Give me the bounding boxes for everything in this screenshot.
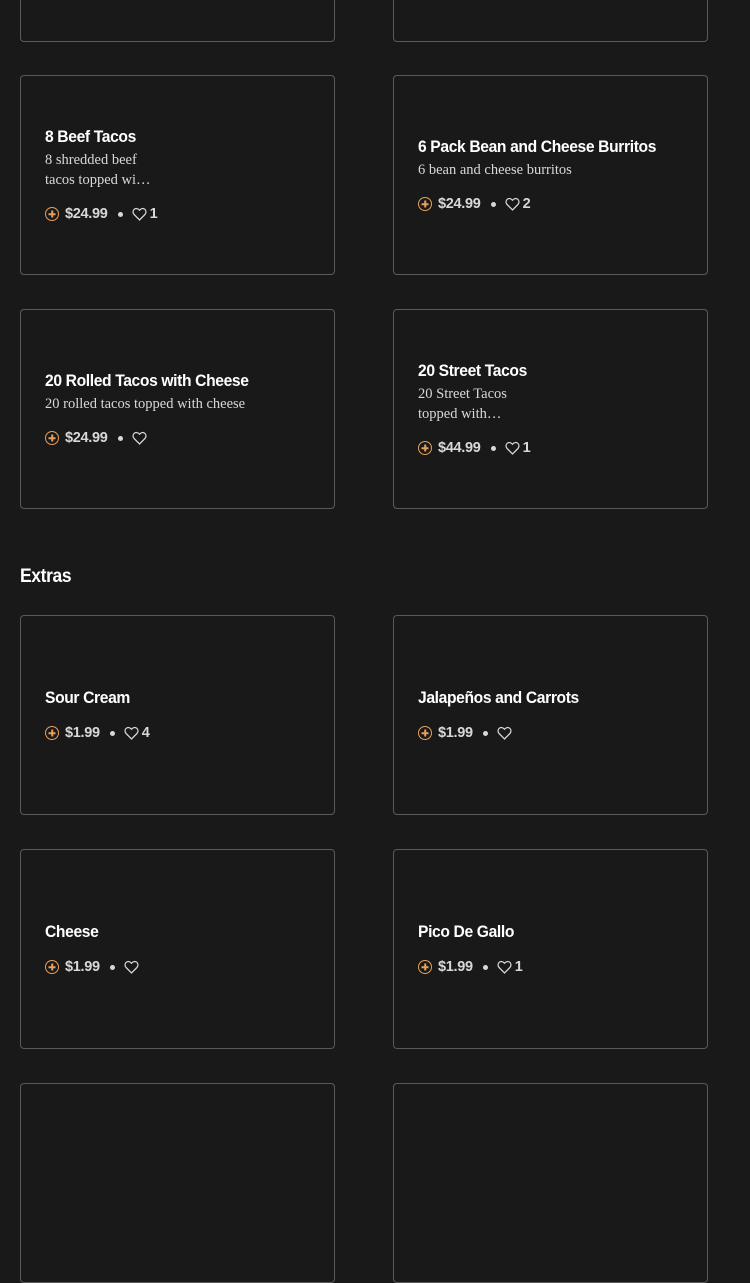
menu-item-card[interactable]: 8 Beef Tacos 8 shredded beef tacos toppe… xyxy=(20,75,335,275)
like-count: 1 xyxy=(522,440,531,456)
heart-icon[interactable] xyxy=(497,960,512,974)
add-circle-icon[interactable] xyxy=(45,431,59,445)
add-circle-icon[interactable] xyxy=(45,960,59,974)
add-circle-icon[interactable] xyxy=(45,726,59,740)
item-meta: $1.99 1 xyxy=(418,957,683,977)
menu-item-card-partial[interactable] xyxy=(393,0,708,42)
item-title: Sour Cream xyxy=(45,688,130,707)
item-title: Jalapeños and Carrots xyxy=(418,688,579,707)
like-count: 1 xyxy=(149,206,158,222)
item-meta: $1.99 xyxy=(418,723,683,743)
item-price: $1.99 xyxy=(65,725,100,741)
item-meta: $24.99 1 xyxy=(45,204,310,224)
heart-icon[interactable] xyxy=(131,207,147,221)
menu-item-card-partial[interactable] xyxy=(393,1083,708,1283)
item-description: 6 bean and cheese burritos xyxy=(418,162,572,178)
menu-item-card[interactable]: Cheese $1.99 xyxy=(20,849,335,1049)
heart-icon[interactable] xyxy=(497,726,512,740)
separator-dot xyxy=(490,201,496,207)
item-price: $1.99 xyxy=(65,959,100,975)
separator-dot xyxy=(482,964,488,970)
item-title: 8 Beef Tacos xyxy=(45,127,136,146)
heart-icon[interactable] xyxy=(124,726,139,740)
section-title-extras: Extras xyxy=(20,566,72,587)
item-meta: $24.99 xyxy=(45,428,310,448)
heart-icon[interactable] xyxy=(124,960,139,974)
item-price: $44.99 xyxy=(438,440,481,456)
item-description: 20 Street Tacos topped with… xyxy=(418,386,507,422)
menu-item-card[interactable]: Pico De Gallo $1.99 1 xyxy=(393,849,708,1049)
menu-item-card-partial[interactable] xyxy=(20,0,335,42)
heart-icon[interactable] xyxy=(504,197,520,211)
add-circle-icon[interactable] xyxy=(418,726,432,740)
item-price: $24.99 xyxy=(65,430,108,446)
separator-dot xyxy=(117,435,123,441)
item-title: 20 Rolled Tacos with Cheese xyxy=(45,371,249,390)
item-price: $1.99 xyxy=(438,959,473,975)
menu-item-card[interactable]: 20 Street Tacos 20 Street Tacos topped w… xyxy=(393,309,708,509)
separator-dot xyxy=(482,730,488,736)
item-title: Cheese xyxy=(45,922,99,941)
menu-item-card[interactable]: 6 Pack Bean and Cheese Burritos 6 bean a… xyxy=(393,75,708,275)
menu-item-card[interactable]: Jalapeños and Carrots $1.99 xyxy=(393,615,708,815)
item-price: $1.99 xyxy=(438,725,473,741)
menu-item-card[interactable]: Sour Cream $1.99 4 xyxy=(20,615,335,815)
add-circle-icon[interactable] xyxy=(418,441,432,455)
heart-icon[interactable] xyxy=(131,431,147,445)
item-title: 6 Pack Bean and Cheese Burritos xyxy=(418,137,657,156)
item-title: Pico De Gallo xyxy=(418,922,515,941)
item-meta: $1.99 xyxy=(45,957,310,977)
add-circle-icon[interactable] xyxy=(418,960,432,974)
like-count: 4 xyxy=(141,725,150,741)
item-description: 8 shredded beef tacos topped wi… xyxy=(45,152,151,188)
add-circle-icon[interactable] xyxy=(418,197,432,211)
item-title: 20 Street Tacos xyxy=(418,361,527,380)
separator-dot xyxy=(109,730,115,736)
heart-icon[interactable] xyxy=(504,441,520,455)
item-price: $24.99 xyxy=(65,206,108,222)
menu-item-card[interactable]: 20 Rolled Tacos with Cheese 20 rolled ta… xyxy=(20,309,335,509)
separator-dot xyxy=(117,211,123,217)
separator-dot xyxy=(109,964,115,970)
separator-dot xyxy=(490,445,496,451)
item-meta: $24.99 2 xyxy=(418,194,683,214)
menu-item-card-partial[interactable] xyxy=(20,1083,335,1283)
item-price: $24.99 xyxy=(438,196,481,212)
like-count: 2 xyxy=(522,196,531,212)
item-meta: $1.99 4 xyxy=(45,723,310,743)
like-count: 1 xyxy=(514,959,523,975)
item-meta: $44.99 1 xyxy=(418,438,683,458)
add-circle-icon[interactable] xyxy=(45,207,59,221)
item-description: 20 rolled tacos topped with cheese xyxy=(45,396,246,412)
